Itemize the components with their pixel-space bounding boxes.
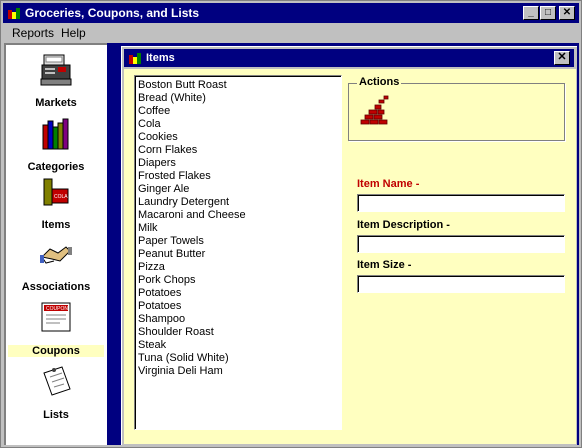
list-item[interactable]: Ginger Ale — [138, 183, 341, 196]
list-item[interactable]: Corn Flakes — [138, 144, 341, 157]
nav-label: Coupons — [8, 345, 104, 357]
item-description-field[interactable] — [357, 235, 565, 253]
nav-label: Markets — [35, 97, 77, 109]
list-item[interactable]: Diapers — [138, 157, 341, 170]
svg-text:COUPON: COUPON — [46, 306, 68, 312]
list-item[interactable]: Paper Towels — [138, 235, 341, 248]
market-register-icon — [40, 54, 72, 86]
actions-label: Actions — [357, 76, 402, 88]
nav-item-associations[interactable]: Associations — [8, 235, 104, 295]
list-item[interactable]: Laundry Detergent — [138, 196, 341, 209]
items-panel: Boston Butt Roast Bread (White) Coffee Cola… — [124, 69, 576, 444]
nav-sidebar: Markets Categories COLA Items Associatio… — [4, 43, 107, 445]
grocery-app-icon — [8, 8, 20, 19]
handshake-icon — [40, 246, 72, 264]
list-item[interactable]: Virginia Deli Ham — [138, 365, 341, 378]
nav-label: Lists — [43, 409, 69, 421]
title-bar[interactable]: Groceries, Coupons, and Lists _ □ ✕ — [3, 3, 579, 23]
app-window: Groceries, Coupons, and Lists _ □ ✕ Repo… — [0, 0, 582, 448]
nav-label: Items — [41, 219, 71, 231]
item-size-label: Item Size - — [357, 259, 412, 271]
item-size-field[interactable] — [357, 275, 565, 293]
brick-wall-icon[interactable] — [359, 94, 391, 130]
close-button[interactable]: ✕ — [559, 6, 575, 20]
list-item[interactable]: Frosted Flakes — [138, 170, 341, 183]
menu-bar: Reports Help — [3, 24, 579, 42]
list-item[interactable]: Pizza — [138, 261, 341, 274]
nav-item-lists[interactable]: Lists — [8, 363, 104, 423]
list-item[interactable]: Bread (White) — [138, 92, 341, 105]
list-item[interactable]: Tuna (Solid White) — [138, 352, 341, 365]
list-item[interactable]: Milk — [138, 222, 341, 235]
svg-text:COLA: COLA — [54, 194, 68, 200]
list-item[interactable]: Coffee — [138, 105, 341, 118]
actions-group: Actions — [348, 76, 565, 141]
minimize-button[interactable]: _ — [523, 6, 539, 20]
item-name-label: Item Name - — [357, 178, 420, 190]
books-icon — [42, 118, 69, 150]
coupon-icon: COUPON — [41, 302, 71, 332]
items-window: Items ✕ Boston Butt Roast Bread (White) Co… — [121, 46, 577, 445]
maximize-button[interactable]: □ — [540, 6, 556, 20]
list-item[interactable]: Steak — [138, 339, 341, 352]
nav-item-coupons[interactable]: COUPON Coupons — [8, 299, 104, 359]
item-description-label: Item Description - — [357, 219, 450, 231]
grocery-items-icon: COLA — [43, 178, 69, 206]
nav-label: Categories — [27, 161, 85, 173]
window-title: Groceries, Coupons, and Lists — [25, 6, 200, 20]
items-list[interactable]: Boston Butt Roast Bread (White) Coffee Cola… — [134, 75, 342, 430]
list-item[interactable]: Potatoes — [138, 287, 341, 300]
nav-item-markets[interactable]: Markets — [8, 51, 104, 111]
list-item[interactable]: Boston Butt Roast — [138, 79, 341, 92]
list-note-icon — [43, 366, 71, 396]
nav-item-items[interactable]: COLA Items — [8, 173, 104, 233]
items-window-title: Items — [146, 52, 175, 64]
list-item[interactable]: Pork Chops — [138, 274, 341, 287]
items-window-title-bar[interactable]: Items ✕ — [124, 49, 574, 67]
list-item[interactable]: Potatoes — [138, 300, 341, 313]
list-item[interactable]: Shampoo — [138, 313, 341, 326]
item-name-field[interactable] — [357, 194, 565, 212]
list-item[interactable]: Cookies — [138, 131, 341, 144]
nav-label: Associations — [21, 281, 91, 293]
items-window-close-button[interactable]: ✕ — [554, 51, 570, 65]
menu-help[interactable]: Help — [61, 26, 86, 40]
list-item[interactable]: Macaroni and Cheese — [138, 209, 341, 222]
menu-reports[interactable]: Reports — [12, 26, 54, 40]
list-item[interactable]: Peanut Butter — [138, 248, 341, 261]
nav-item-categories[interactable]: Categories — [8, 115, 104, 175]
items-window-icon — [129, 53, 141, 64]
list-item[interactable]: Cola — [138, 118, 341, 131]
list-item[interactable]: Shoulder Roast — [138, 326, 341, 339]
